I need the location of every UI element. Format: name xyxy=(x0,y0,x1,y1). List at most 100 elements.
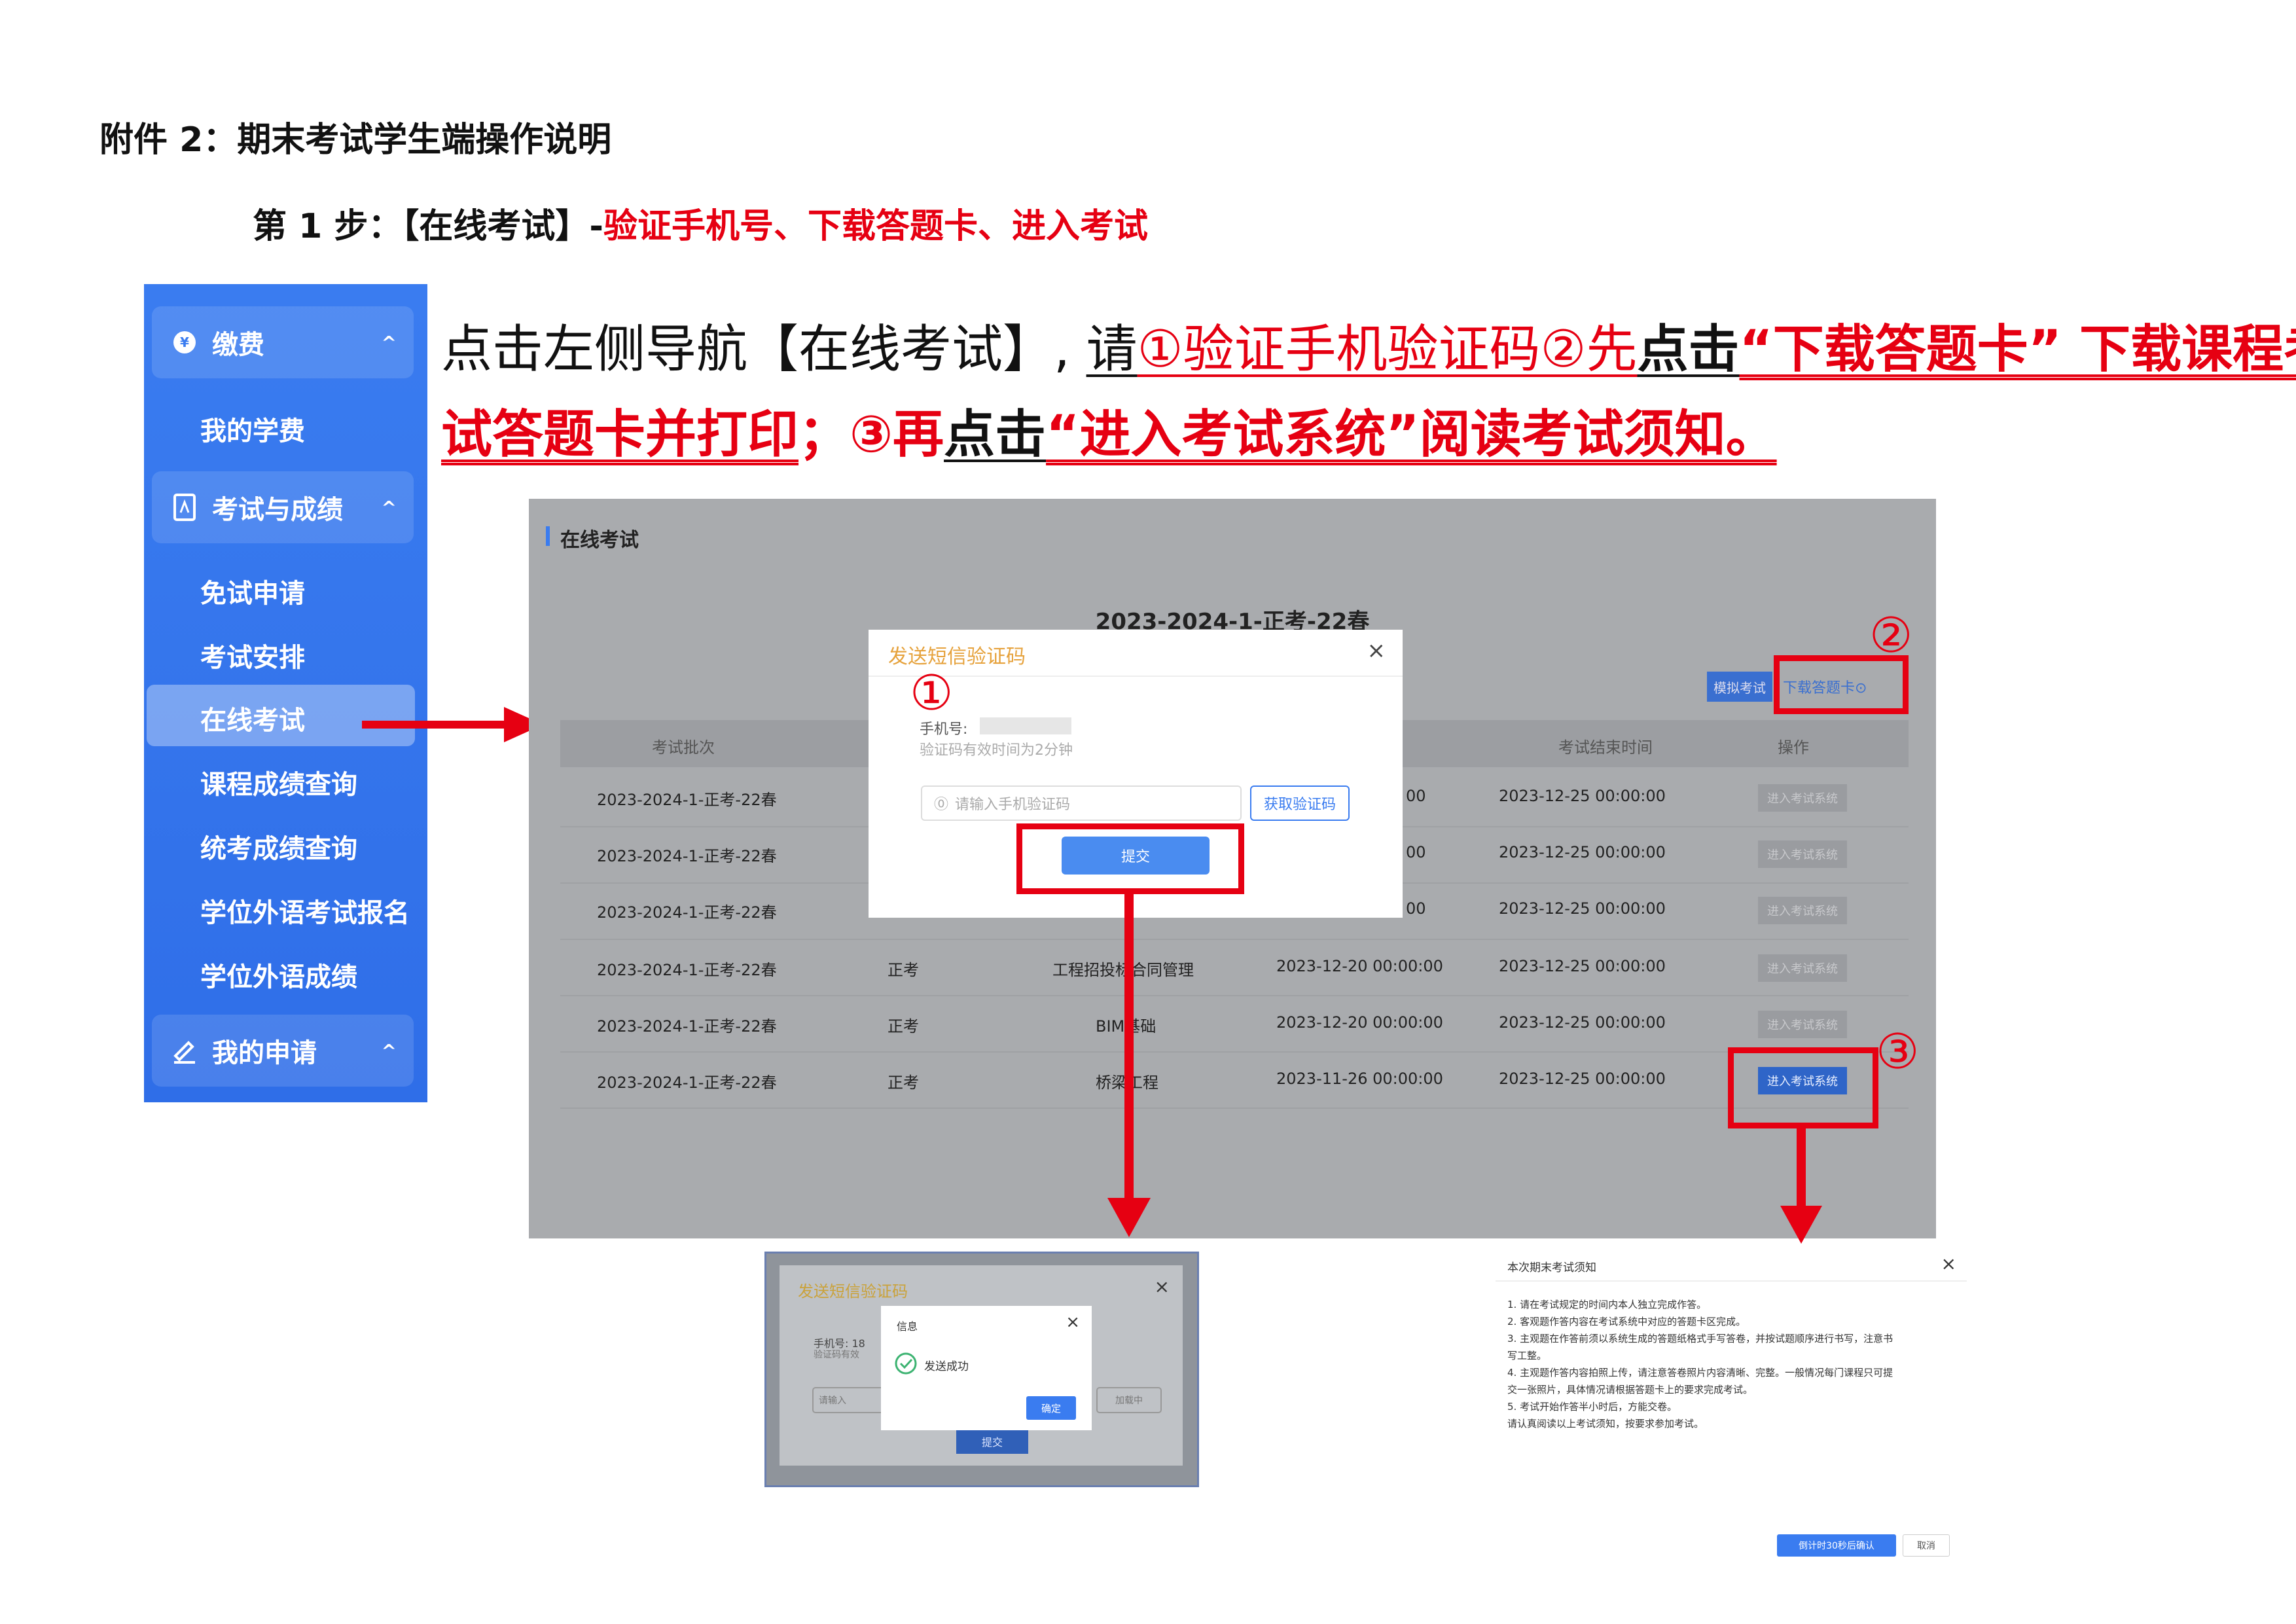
notice-divider xyxy=(1496,1280,1967,1282)
cell-start: 2023-12-20 00:00:00 xyxy=(1276,1013,1443,1032)
success-message: 发送成功 xyxy=(924,1360,969,1373)
cell-end: 2023-12-25 00:00:00 xyxy=(1499,1070,1666,1088)
sidebar-nav: ¥ 缴费 ^ 我的学费 考试与成绩 ^ 免试申请 考试安排 在线考试 课程成绩查… xyxy=(144,284,427,1102)
instruction-click-2: 点击 xyxy=(944,405,1047,464)
cell-batch: 2023-2024-1-正考-22春 xyxy=(597,791,777,809)
highlight-download xyxy=(1774,655,1909,714)
arrow-down-icon xyxy=(1107,1198,1151,1237)
sidebar-item-unified-grades[interactable]: 统考成绩查询 xyxy=(200,827,357,865)
arrow-down-icon xyxy=(1780,1206,1822,1244)
cell-start: 00 xyxy=(1406,787,1426,805)
highlight-enter-exam xyxy=(1728,1047,1878,1128)
step-red: 验证手机号、下载答题卡、进入考试 xyxy=(603,207,1148,246)
notice-line: 5. 考试开始作答半小时后，方能交卷。 xyxy=(1507,1401,1677,1413)
row-divider xyxy=(560,995,1909,996)
sidebar-group-label: 缴费 xyxy=(212,330,264,360)
arrow-down-shaft-left xyxy=(1124,894,1134,1202)
phone-number-redacted xyxy=(980,717,1071,734)
sidebar-group-applications[interactable]: 我的申请 ^ xyxy=(152,1015,414,1087)
sidebar-item-my-fees[interactable]: 我的学费 xyxy=(200,410,305,448)
sidebar-item-online-exam[interactable]: 在线考试 xyxy=(200,699,305,737)
cell-course: 工程招投标合同管理 xyxy=(1052,961,1194,979)
row-divider xyxy=(560,939,1909,940)
row-divider xyxy=(560,1108,1909,1109)
cell-start: 2023-12-20 00:00:00 xyxy=(1276,957,1443,975)
marker-2: ② xyxy=(1869,607,1913,664)
cell-end: 2023-12-25 00:00:00 xyxy=(1499,899,1666,918)
cell-start: 00 xyxy=(1406,899,1426,918)
sidebar-item-exemption[interactable]: 免试申请 xyxy=(200,572,305,610)
sms-code-placeholder: 请输入手机验证码 xyxy=(955,797,1071,813)
sms-code-placeholder: 请输入 xyxy=(819,1396,846,1406)
instruction-click: 点击 xyxy=(1637,320,1740,379)
exam-notice-screenshot: 本次期末考试须知 × 1. 请在考试规定的时间内本人独立完成作答。 2. 客观题… xyxy=(1496,1250,1967,1571)
confirm-countdown-button[interactable]: 倒计时30秒后确认 xyxy=(1777,1534,1896,1557)
close-icon[interactable]: × xyxy=(1367,638,1386,664)
cell-type: 正考 xyxy=(888,961,919,979)
sidebar-group-exams[interactable]: 考试与成绩 ^ xyxy=(152,471,414,543)
mock-exam-button[interactable]: 模拟考试 xyxy=(1707,672,1772,702)
get-code-button[interactable]: 获取验证码 xyxy=(1250,785,1350,821)
notice-line: 2. 客观题作答内容在考试系统中对应的答题卡区完成。 xyxy=(1507,1316,1746,1327)
marker-3: ③ xyxy=(1876,1024,1920,1080)
notice-line: 交一张照片，具体情况请根据答题卡上的要求完成考试。 xyxy=(1507,1384,1753,1396)
cell-batch: 2023-2024-1-正考-22春 xyxy=(597,847,777,865)
column-header-action: 操作 xyxy=(1778,738,1809,757)
cell-end: 2023-12-25 00:00:00 xyxy=(1499,787,1666,805)
sidebar-group-label: 我的申请 xyxy=(212,1038,317,1068)
cell-end: 2023-12-25 00:00:00 xyxy=(1499,1013,1666,1032)
notice-title: 本次期末考试须知 xyxy=(1507,1261,1596,1274)
notice-line: 写工整。 xyxy=(1507,1350,1547,1362)
cell-start: 2023-11-26 00:00:00 xyxy=(1276,1070,1443,1088)
sidebar-item-course-grades[interactable]: 课程成绩查询 xyxy=(200,763,357,801)
instruction-line-1: 点击左侧导航【在线考试】, 请①验证手机验证码②先点击“下载答题卡” 下载课程考 xyxy=(441,308,2296,391)
cell-end: 2023-12-25 00:00:00 xyxy=(1499,843,1666,861)
sidebar-item-schedule[interactable]: 考试安排 xyxy=(200,636,305,674)
enter-exam-button[interactable]: 进入考试系统 xyxy=(1758,784,1847,812)
check-circle-icon xyxy=(895,1352,917,1375)
notice-line: 1. 请在考试规定的时间内本人独立完成作答。 xyxy=(1507,1299,1707,1310)
instruction-print: 试答题卡并打印 xyxy=(441,405,799,464)
notice-line: 3. 主观题在作答前须以系统生成的答题纸格式手写答卷，并按试题顺序进行书写，注意… xyxy=(1507,1333,1893,1344)
step-heading: 第 1 步：【在线考试】-验证手机号、下载答题卡、进入考试 xyxy=(253,207,1148,246)
info-dialog-title: 信息 xyxy=(897,1320,918,1333)
edit-icon xyxy=(170,1036,199,1065)
notice-line: 请认真阅读以上考试须知，按要求参加考试。 xyxy=(1507,1418,1704,1430)
code-valid-hint: 验证码有效 xyxy=(814,1350,859,1360)
modal-title: 发送短信验证码 xyxy=(888,645,1026,668)
instruction-please: 请 xyxy=(1086,320,1138,379)
sidebar-item-foreign-lang-grades[interactable]: 学位外语成绩 xyxy=(200,956,357,994)
shield-icon: ⓪ xyxy=(934,797,949,813)
sms-code-input[interactable]: ⓪ 请输入手机验证码 xyxy=(921,785,1242,821)
svg-text:¥: ¥ xyxy=(180,334,189,350)
doc-title: 附件 2：期末考试学生端操作说明 xyxy=(99,120,612,160)
loading-button: 加载中 xyxy=(1096,1387,1162,1413)
sidebar-group-payment[interactable]: ¥ 缴费 ^ xyxy=(152,306,414,378)
close-icon[interactable]: × xyxy=(1155,1276,1170,1297)
instruction-nav: 点击左侧导航【在线考试】, xyxy=(441,320,1086,379)
instruction-verify: ①验证手机验证码②先 xyxy=(1137,320,1638,379)
info-dialog: 信息 × 发送成功 确定 xyxy=(881,1306,1092,1430)
sms-code-input[interactable]: 请输入 xyxy=(812,1387,891,1413)
enter-exam-button[interactable]: 进入考试系统 xyxy=(1758,954,1847,982)
instruction-download: “下载答题卡” 下载课程考 xyxy=(1739,320,2296,379)
enter-exam-button[interactable]: 进入考试系统 xyxy=(1758,897,1847,924)
cancel-button[interactable]: 取消 xyxy=(1903,1534,1950,1557)
enter-exam-button[interactable]: 进入考试系统 xyxy=(1758,840,1847,868)
cell-batch: 2023-2024-1-正考-22春 xyxy=(597,1017,777,1036)
cell-start: 00 xyxy=(1406,843,1426,861)
sidebar-item-foreign-lang-signup[interactable]: 学位外语考试报名 xyxy=(200,892,410,929)
chevron-up-icon: ^ xyxy=(381,331,397,353)
instruction-then: ；③再 xyxy=(798,405,944,464)
ok-button[interactable]: 确定 xyxy=(1026,1396,1076,1420)
enter-exam-button[interactable]: 进入考试系统 xyxy=(1758,1011,1847,1038)
submit-button[interactable]: 提交 xyxy=(956,1429,1028,1454)
column-header-end-time: 考试结束时间 xyxy=(1558,738,1653,757)
close-icon[interactable]: × xyxy=(1941,1253,1956,1274)
arrow-down-shaft-right xyxy=(1797,1128,1806,1210)
column-header-batch: 考试批次 xyxy=(652,738,715,757)
highlight-submit xyxy=(1016,823,1244,894)
cell-batch: 2023-2024-1-正考-22春 xyxy=(597,1074,777,1092)
close-icon[interactable]: × xyxy=(1066,1312,1080,1332)
chevron-up-icon: ^ xyxy=(381,496,397,518)
